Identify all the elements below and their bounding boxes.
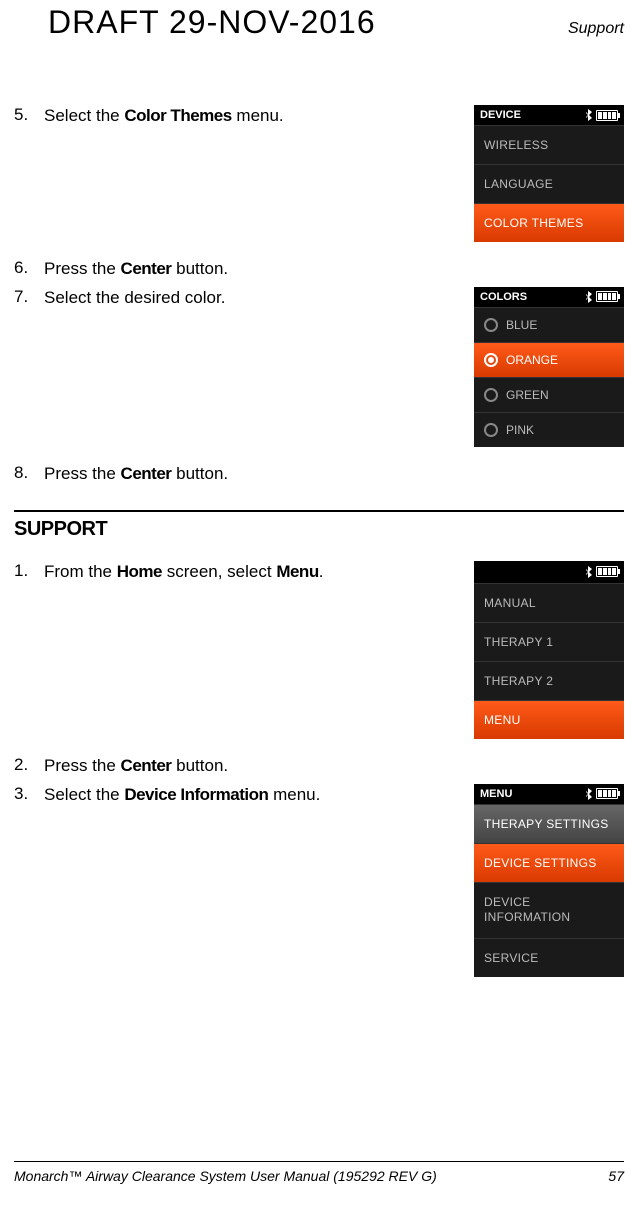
draft-stamp: DRAFT 29-NOV-2016 bbox=[48, 4, 376, 41]
menu-item: DEVICE INFORMATION bbox=[474, 882, 624, 938]
footer-text: Monarch™ Airway Clearance System User Ma… bbox=[14, 1168, 437, 1184]
step-number: 8. bbox=[14, 463, 44, 486]
page-number: 57 bbox=[608, 1168, 624, 1184]
menu-item-selected: MENU bbox=[474, 700, 624, 739]
menu-item-selected: COLOR THEMES bbox=[474, 203, 624, 242]
step-text: Press the Center button. bbox=[44, 755, 228, 778]
step-number: 6. bbox=[14, 258, 44, 281]
menu-item: MANUAL bbox=[474, 583, 624, 622]
device-screen-colors: COLORS BLUE ORANGE GREEN PINK bbox=[474, 287, 624, 447]
screen-title: COLORS bbox=[480, 291, 527, 303]
step-number: 7. bbox=[14, 287, 44, 310]
step-text: Select the Color Themes menu. bbox=[44, 105, 284, 128]
battery-icon bbox=[596, 566, 618, 577]
device-screen-colorthemes: DEVICE WIRELESS LANGUAGE COLOR THEMES bbox=[474, 105, 624, 242]
battery-icon bbox=[596, 291, 618, 302]
battery-icon bbox=[596, 788, 618, 799]
bluetooth-icon bbox=[585, 291, 593, 303]
bluetooth-icon bbox=[585, 109, 593, 121]
menu-item: LANGUAGE bbox=[474, 164, 624, 203]
battery-icon bbox=[596, 110, 618, 121]
step-text: Press the Center button. bbox=[44, 463, 228, 486]
device-screen-menu: MENU THERAPY SETTINGS DEVICE SETTINGS DE… bbox=[474, 784, 624, 977]
step-text: Press the Center button. bbox=[44, 258, 228, 281]
device-screen-home: MANUAL THERAPY 1 THERAPY 2 MENU bbox=[474, 561, 624, 739]
step-number: 5. bbox=[14, 105, 44, 128]
step-number: 2. bbox=[14, 755, 44, 778]
support-heading: SUPPORT bbox=[14, 518, 624, 541]
screen-title: MENU bbox=[480, 788, 512, 800]
divider bbox=[14, 510, 624, 512]
menu-item: THERAPY 2 bbox=[474, 661, 624, 700]
menu-item: THERAPY 1 bbox=[474, 622, 624, 661]
color-option-selected: ORANGE bbox=[474, 342, 624, 377]
screen-title: DEVICE bbox=[480, 109, 521, 121]
step-text: From the Home screen, select Menu. bbox=[44, 561, 323, 584]
color-option: BLUE bbox=[474, 307, 624, 342]
step-text: Select the Device Information menu. bbox=[44, 784, 320, 807]
step-number: 3. bbox=[14, 784, 44, 807]
menu-item: THERAPY SETTINGS bbox=[474, 804, 624, 843]
color-option: GREEN bbox=[474, 377, 624, 412]
bluetooth-icon bbox=[585, 566, 593, 578]
bluetooth-icon bbox=[585, 788, 593, 800]
color-option: PINK bbox=[474, 412, 624, 447]
section-label: Support bbox=[568, 20, 624, 38]
step-number: 1. bbox=[14, 561, 44, 584]
step-text: Select the desired color. bbox=[44, 287, 225, 310]
menu-item: WIRELESS bbox=[474, 125, 624, 164]
menu-item-selected: DEVICE SETTINGS bbox=[474, 843, 624, 882]
menu-item: SERVICE bbox=[474, 938, 624, 977]
